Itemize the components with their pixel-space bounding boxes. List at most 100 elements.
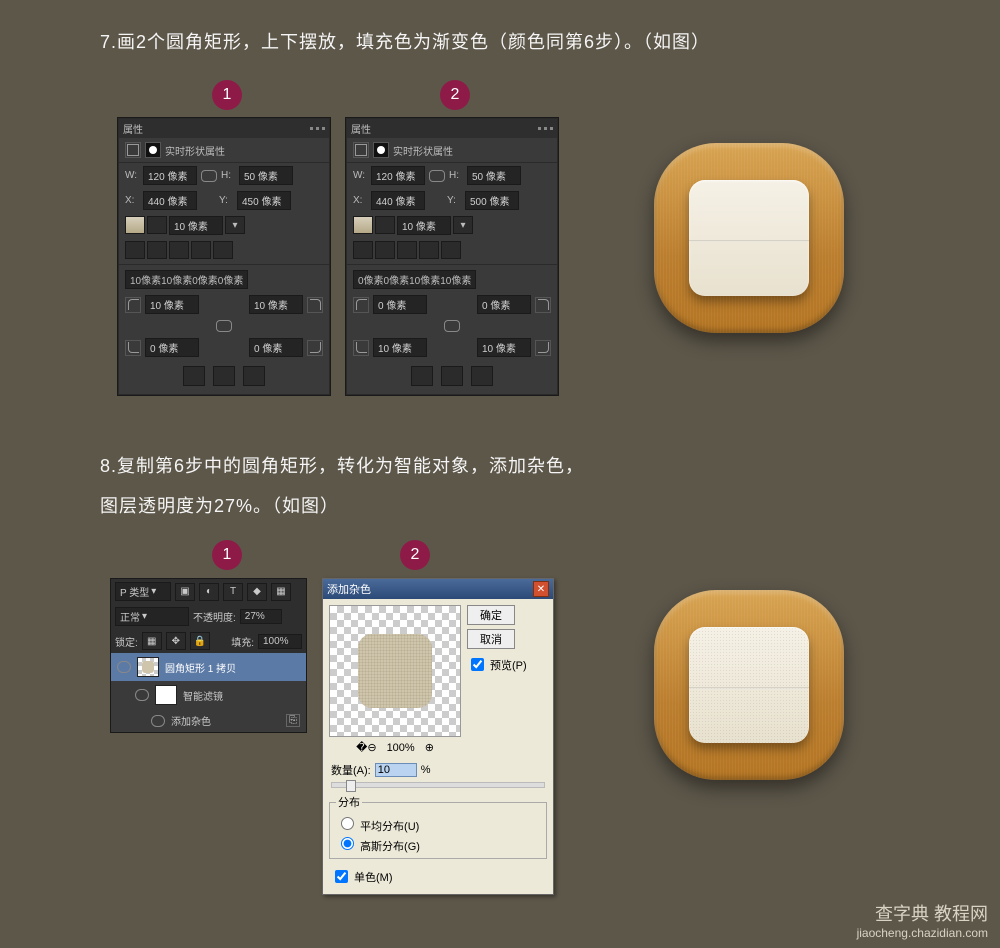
layer-row-selected[interactable]: 圆角矩形 1 拷贝 xyxy=(111,653,306,681)
pathop-icon-2[interactable] xyxy=(441,366,463,386)
h-input[interactable]: 50 像素 xyxy=(239,166,293,185)
align-icon-3[interactable] xyxy=(397,241,417,259)
dialog-title: 添加杂色 xyxy=(327,581,371,597)
layer-name: 圆角矩形 1 拷贝 xyxy=(165,660,236,675)
stroke-swatch[interactable] xyxy=(375,216,395,234)
filter-blend-icon[interactable]: ⎘ xyxy=(286,714,300,727)
inner-pad-noisy xyxy=(689,627,809,743)
step8-title-line1: 8.复制第6步中的圆角矩形，转化为智能对象，添加杂色， xyxy=(100,452,584,478)
uniform-radio[interactable]: 平均分布(U) xyxy=(336,814,540,834)
monochrome-checkbox-input[interactable] xyxy=(335,870,348,883)
add-noise-filter-row[interactable]: 添加杂色 ⎘ xyxy=(111,709,306,732)
corner-bl-input[interactable]: 10 像素 xyxy=(373,338,427,357)
shape-mode-icon[interactable] xyxy=(353,142,369,158)
preview-checkbox[interactable]: 预览(P) xyxy=(467,655,527,674)
ok-button[interactable]: 确定 xyxy=(467,605,515,625)
stroke-width-input[interactable]: 10 像素 xyxy=(397,216,451,235)
pathop-icon-3[interactable] xyxy=(471,366,493,386)
blend-mode-dropdown[interactable]: 正常 ▾ xyxy=(115,607,189,626)
lock-position-icon[interactable]: ✥ xyxy=(166,632,186,650)
amount-slider[interactable] xyxy=(331,782,545,788)
smart-filters-row[interactable]: 智能滤镜 xyxy=(111,681,306,709)
zoom-in-icon[interactable]: ⊕ xyxy=(425,741,434,754)
x-input[interactable]: 440 像素 xyxy=(371,191,425,210)
stroke-style-dropdown[interactable]: ▾ xyxy=(453,216,473,234)
corner-tl-input[interactable]: 10 像素 xyxy=(145,295,199,314)
panel-menu-icon[interactable] xyxy=(538,127,553,130)
visibility-icon[interactable] xyxy=(151,715,165,727)
corner-summary: 0像素0像素10像素10像素 xyxy=(353,270,476,289)
corner-bl-input[interactable]: 0 像素 xyxy=(145,338,199,357)
filter-type-icon[interactable]: T xyxy=(223,583,243,601)
filter-img-icon[interactable]: ▣ xyxy=(175,583,195,601)
filter-smart-icon[interactable]: ▦ xyxy=(271,583,291,601)
stroke-style-dropdown[interactable]: ▾ xyxy=(225,216,245,234)
ps-properties-panel-2: 属性 实时形状属性 W: 120 像素 H: 50 像素 X: 440 像素 Y… xyxy=(346,118,558,395)
visibility-icon[interactable] xyxy=(135,689,149,701)
stroke-swatch[interactable] xyxy=(147,216,167,234)
shape-mask-icon[interactable] xyxy=(145,142,161,158)
monochrome-checkbox[interactable]: 单色(M) xyxy=(323,863,553,894)
corner-tl-input[interactable]: 0 像素 xyxy=(373,295,427,314)
kind-filter-dropdown[interactable]: P 类型 ▾ xyxy=(115,582,171,601)
align-icon-2[interactable] xyxy=(375,241,395,259)
w-input[interactable]: 120 像素 xyxy=(143,166,197,185)
corner-summary: 10像素10像素0像素0像素 xyxy=(125,270,248,289)
w-input[interactable]: 120 像素 xyxy=(371,166,425,185)
stroke-width-input[interactable]: 10 像素 xyxy=(169,216,223,235)
watermark: 查字典 教程网 jiaocheng.chazidian.com xyxy=(857,903,988,942)
link-icon[interactable] xyxy=(429,170,445,182)
gaussian-label: 高斯分布(G) xyxy=(360,841,420,853)
panel-title: 属性 xyxy=(123,121,143,136)
pathop-icon-1[interactable] xyxy=(411,366,433,386)
link-corners-icon[interactable] xyxy=(444,320,460,332)
lock-pixels-icon[interactable]: ▦ xyxy=(142,632,162,650)
result-preview-step8 xyxy=(654,590,844,780)
fill-swatch[interactable] xyxy=(125,216,145,234)
cancel-button[interactable]: 取消 xyxy=(467,629,515,649)
corner-br-input[interactable]: 0 像素 xyxy=(249,338,303,357)
fill-input[interactable]: 100% xyxy=(258,634,302,649)
filter-adjust-icon[interactable]: ◐ xyxy=(199,583,219,601)
amount-input[interactable] xyxy=(375,763,417,777)
step8-title-line2: 图层透明度为27%。（如图） xyxy=(100,492,339,518)
align-icon-5[interactable] xyxy=(441,241,461,259)
fill-swatch[interactable] xyxy=(353,216,373,234)
panel-menu-icon[interactable] xyxy=(310,127,325,130)
align-icon-1[interactable] xyxy=(353,241,373,259)
filter-shape-icon[interactable]: ◆ xyxy=(247,583,267,601)
fill-label: 填充: xyxy=(231,634,254,649)
close-icon[interactable]: ✕ xyxy=(533,581,549,597)
panel-title: 属性 xyxy=(351,121,371,136)
y-input[interactable]: 500 像素 xyxy=(465,191,519,210)
shape-mode-icon[interactable] xyxy=(125,142,141,158)
align-icon-4[interactable] xyxy=(191,241,211,259)
link-icon[interactable] xyxy=(201,170,217,182)
align-icon-3[interactable] xyxy=(169,241,189,259)
visibility-icon[interactable] xyxy=(117,661,131,673)
lock-all-icon[interactable]: 🔒 xyxy=(190,632,210,650)
zoom-out-icon[interactable]: �⊖ xyxy=(356,741,377,754)
x-input[interactable]: 440 像素 xyxy=(143,191,197,210)
align-icon-4[interactable] xyxy=(419,241,439,259)
h-input[interactable]: 50 像素 xyxy=(467,166,521,185)
pathop-icon-1[interactable] xyxy=(183,366,205,386)
gaussian-radio[interactable]: 高斯分布(G) xyxy=(336,834,540,854)
x-label: X: xyxy=(125,195,139,206)
y-label: Y: xyxy=(219,195,233,206)
w-label: W: xyxy=(353,170,367,181)
link-corners-icon[interactable] xyxy=(216,320,232,332)
preview-checkbox-input[interactable] xyxy=(471,658,484,671)
y-input[interactable]: 450 像素 xyxy=(237,191,291,210)
corner-tr-input[interactable]: 0 像素 xyxy=(477,295,531,314)
align-icon-2[interactable] xyxy=(147,241,167,259)
shape-mask-icon[interactable] xyxy=(373,142,389,158)
amount-label: 数量(A): xyxy=(331,762,371,778)
pathop-icon-3[interactable] xyxy=(243,366,265,386)
align-icon-1[interactable] xyxy=(125,241,145,259)
align-icon-5[interactable] xyxy=(213,241,233,259)
pathop-icon-2[interactable] xyxy=(213,366,235,386)
corner-br-input[interactable]: 10 像素 xyxy=(477,338,531,357)
opacity-input[interactable]: 27% xyxy=(240,609,282,624)
corner-tr-input[interactable]: 10 像素 xyxy=(249,295,303,314)
